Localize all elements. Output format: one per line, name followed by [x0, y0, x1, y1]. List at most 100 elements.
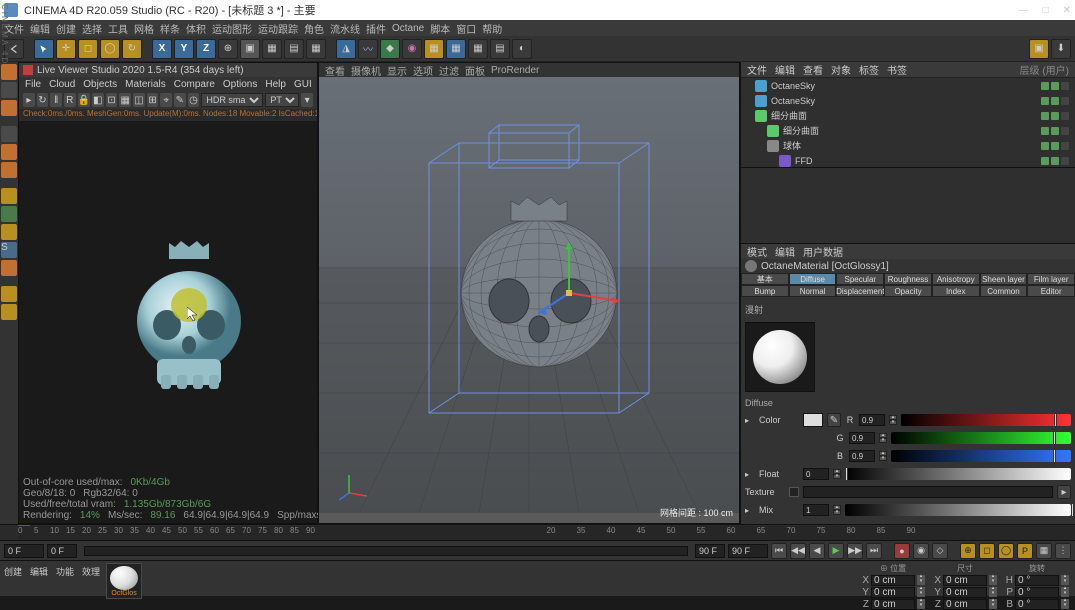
environment-tool[interactable]: ▦ [424, 39, 444, 59]
soft-select[interactable] [1, 286, 17, 302]
lv-dropdown[interactable]: ▾ [301, 93, 313, 107]
select-tool[interactable] [34, 39, 54, 59]
generator-tool[interactable]: ◆ [380, 39, 400, 59]
loop-select[interactable] [1, 304, 17, 320]
lv-btn11[interactable]: ⌖ [160, 93, 172, 107]
render-settings-button[interactable]: ▤ [284, 39, 304, 59]
r-value[interactable]: 0.9 [859, 414, 885, 426]
menu-脚本[interactable]: 脚本 [430, 21, 450, 36]
poly-mode[interactable] [1, 162, 17, 178]
maximize-button[interactable]: □ [1043, 5, 1049, 16]
color-swatch[interactable] [803, 413, 823, 427]
object-row[interactable]: OctaneSky [741, 93, 1075, 108]
float-slider[interactable] [845, 468, 1071, 480]
g-value[interactable]: 0.9 [849, 432, 875, 444]
rotate-tool[interactable]: ◯ [100, 39, 120, 59]
move-tool[interactable]: ✛ [56, 39, 76, 59]
menu-编辑[interactable]: 编辑 [30, 21, 50, 36]
render-region-button[interactable]: ▦ [262, 39, 282, 59]
mtab-Film layer[interactable]: Film layer [1027, 273, 1075, 285]
axis-mode[interactable] [1, 188, 17, 204]
scale-tool[interactable]: ◻ [78, 39, 98, 59]
object-row[interactable]: FFD [741, 153, 1075, 168]
g-slider[interactable] [891, 432, 1071, 444]
lv-play-icon[interactable]: ▸ [23, 93, 35, 107]
prev-key-button[interactable]: ◀◀ [790, 543, 806, 559]
object-manager[interactable]: OctaneSkyOctaneSky细分曲面细分曲面球体FFD [741, 78, 1075, 168]
mtab-Sheen layer[interactable]: Sheen layer [980, 273, 1028, 285]
uv-mode[interactable] [1, 224, 17, 240]
mtab-Anisotropy[interactable]: Anisotropy [932, 273, 980, 285]
menu-角色[interactable]: 角色 [304, 21, 324, 36]
download-button[interactable]: ⬇ [1051, 39, 1071, 59]
model-mode[interactable] [1, 64, 17, 80]
menu-插件[interactable]: 插件 [366, 21, 386, 36]
lv-pause-icon[interactable]: ‖ [50, 93, 62, 107]
texture-browse[interactable]: ▸ [1057, 485, 1071, 499]
menu-样条[interactable]: 样条 [160, 21, 180, 36]
edge-mode[interactable] [1, 144, 17, 160]
texture-checkbox[interactable] [789, 487, 799, 497]
menu-窗口[interactable]: 窗口 [456, 21, 476, 36]
menu-工具[interactable]: 工具 [108, 21, 128, 36]
layout-button[interactable]: ▣ [1029, 39, 1049, 59]
tweak-mode[interactable] [1, 206, 17, 222]
quantize-mode[interactable] [1, 260, 17, 276]
timeline-end2[interactable]: 90 F [695, 544, 725, 558]
mtab-基本[interactable]: 基本 [741, 273, 789, 285]
tag-tool[interactable]: ▤ [490, 39, 510, 59]
timeline-end[interactable]: 90 F [728, 544, 768, 558]
lv-btn8[interactable]: ▦ [119, 93, 131, 107]
pla-key[interactable]: ▦ [1036, 543, 1052, 559]
lv-clock-icon[interactable]: ◷ [188, 93, 200, 107]
mtab-Specular[interactable]: Specular [836, 273, 884, 285]
close-button[interactable]: ✕ [1063, 5, 1071, 16]
texture-mode[interactable] [1, 82, 17, 98]
mix-value[interactable]: 1 [803, 504, 829, 516]
r-slider[interactable] [901, 414, 1071, 426]
material-preview[interactable] [745, 322, 815, 392]
last-tool[interactable]: ↻ [122, 39, 142, 59]
light-tool[interactable]: ▦ [468, 39, 488, 59]
menu-帮助[interactable]: 帮助 [482, 21, 502, 36]
record-button[interactable]: ● [894, 543, 910, 559]
picker-icon[interactable]: ✎ [827, 413, 841, 427]
lv-btn6[interactable]: ◧ [92, 93, 104, 107]
menu-体积[interactable]: 体积 [186, 21, 206, 36]
timeline-current[interactable]: 0 F [47, 544, 77, 558]
lv-btn12[interactable]: ✎ [174, 93, 186, 107]
timeline-track[interactable] [84, 546, 688, 556]
object-row[interactable]: 细分曲面 [741, 123, 1075, 138]
render-button[interactable]: ▣ [240, 39, 260, 59]
minimize-button[interactable]: — [1019, 5, 1029, 16]
menu-Octane[interactable]: Octane [392, 23, 424, 34]
lv-pt-select[interactable]: PT [265, 93, 299, 107]
play-button[interactable]: ▶ [828, 543, 844, 559]
timeline-start[interactable]: 0 F [4, 544, 44, 558]
object-row[interactable]: OctaneSky [741, 78, 1075, 93]
timeline-ruler[interactable]: 051015202530354045505560657075808590 203… [0, 524, 1075, 540]
deformer-tool[interactable]: ◉ [402, 39, 422, 59]
rot-key[interactable]: ◯ [998, 543, 1014, 559]
mtab-Roughness[interactable]: Roughness [884, 273, 932, 285]
play-back-button[interactable]: ◀ [809, 543, 825, 559]
goto-end-button[interactable]: ⏭ [866, 543, 882, 559]
live-viewer-viewport[interactable] [19, 121, 317, 475]
menu-运动跟踪[interactable]: 运动跟踪 [258, 21, 298, 36]
lv-hdr-select[interactable]: HDR sma [201, 93, 263, 107]
pos-key[interactable]: ⊕ [960, 543, 976, 559]
keyframe-button[interactable]: ◇ [932, 543, 948, 559]
b-value[interactable]: 0.9 [849, 450, 875, 462]
snap-mode[interactable]: S [1, 242, 17, 258]
lv-refresh-icon[interactable]: ↻ [37, 93, 49, 107]
material-slot[interactable]: OctGlos [106, 563, 142, 599]
lv-record-icon[interactable]: R [64, 93, 76, 107]
z-axis-button[interactable]: Z [196, 39, 216, 59]
next-key-button[interactable]: ▶▶ [847, 543, 863, 559]
object-row[interactable]: 球体 [741, 138, 1075, 153]
lv-btn9[interactable]: ◫ [133, 93, 145, 107]
lv-btn10[interactable]: ⊞ [147, 93, 159, 107]
scale-key[interactable]: ◻ [979, 543, 995, 559]
mix-slider[interactable] [845, 504, 1071, 516]
menu-选择[interactable]: 选择 [82, 21, 102, 36]
